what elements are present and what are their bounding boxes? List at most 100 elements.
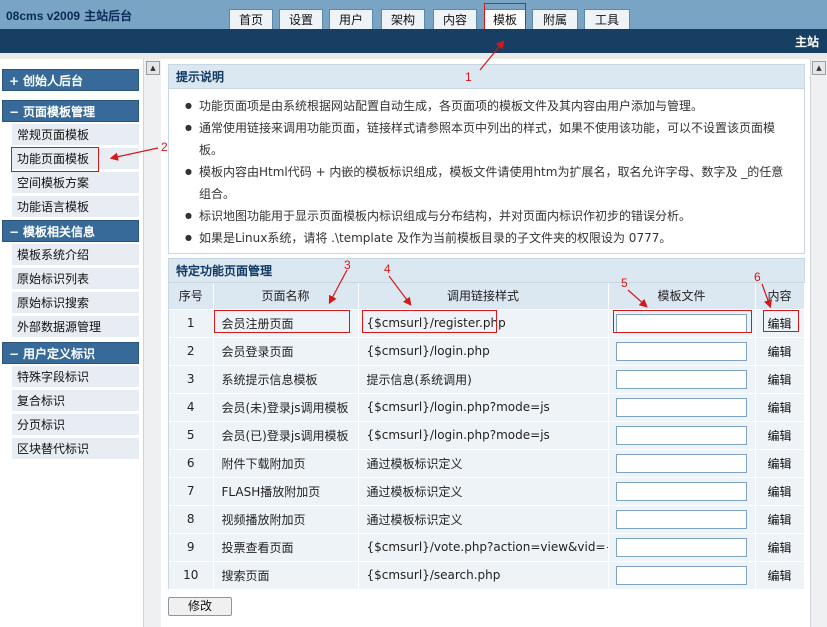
row-content-cell: 编辑 [755,449,805,478]
row-template-file-cell [608,337,756,366]
scroll-up-icon[interactable]: ▲ [812,61,826,75]
collapse-icon: − [9,225,20,239]
row-page-name: 会员(未)登录js调用模板 [213,393,359,422]
row-link-style: {$cmsurl}/login.php [358,337,609,366]
row-content-cell: 编辑 [755,533,805,562]
sidebar-item-original-tag-search[interactable]: 原始标识搜索 [12,292,139,314]
template-file-input[interactable] [616,537,747,557]
tip-item: 功能页面项是由系统根据网站配置自动生成，各页面项的模板文件及其内容由用户添加与管… [185,95,794,117]
sidebar-item-function-language-templates[interactable]: 功能语言模板 [12,196,139,218]
nav-tab-users[interactable]: 用户 [329,9,373,30]
edit-link[interactable]: 编辑 [767,485,791,499]
edit-link[interactable]: 编辑 [767,345,791,359]
row-template-file-cell [608,561,756,590]
sidebar-group-page-templates[interactable]: − 页面模板管理 [2,100,139,122]
row-page-name: 会员(已)登录js调用模板 [213,421,359,450]
row-number: 9 [169,533,214,562]
tip-item: 通常使用链接来调用功能页面，链接样式请参照本页中列出的样式，如果不使用该功能，可… [185,117,794,161]
edit-link[interactable]: 编辑 [767,541,791,555]
nav-tab-settings[interactable]: 设置 [279,9,323,30]
row-link-style: 通过模板标识定义 [358,477,609,506]
row-link-style: {$cmsurl}/login.php?mode=js [358,421,609,450]
edit-link[interactable]: 编辑 [767,401,791,415]
sidebar-item-paging-tags[interactable]: 分页标识 [12,414,139,436]
highlight-box-file [613,310,752,333]
template-file-input[interactable] [616,341,747,361]
sidebar-item-external-datasource[interactable]: 外部数据源管理 [12,316,139,338]
col-header-name: 页面名称 [213,283,359,310]
sidebar-group-label: 创始人后台 [23,74,84,88]
row-number: 7 [169,477,214,506]
sidebar-group-label: 页面模板管理 [23,105,96,119]
table-row: 3 系统提示信息模板 提示信息(系统调用) 编辑 [169,365,805,394]
annotation-4: 4 [384,262,391,276]
sidebar-item-space-template-schemes[interactable]: 空间模板方案 [12,172,139,194]
sidebar-item-template-system-intro[interactable]: 模板系统介绍 [12,244,139,266]
table-row: 5 会员(已)登录js调用模板 {$cmsurl}/login.php?mode=j… [169,421,805,450]
row-number: 4 [169,393,214,422]
row-page-name: 附件下载附加页 [213,449,359,478]
row-link-style: 通过模板标识定义 [358,505,609,534]
col-header-link: 调用链接样式 [358,283,609,310]
nav-tab-home[interactable]: 首页 [229,9,273,30]
tips-panel: 提示说明 功能页面项是由系统根据网站配置自动生成，各页面项的模板文件及其内容由用… [168,64,805,254]
edit-link[interactable]: 编辑 [767,457,791,471]
template-file-input[interactable] [616,565,747,585]
sidebar-item-block-replace-tags[interactable]: 区块替代标识 [12,438,139,460]
section-bar: 主站 [0,29,827,53]
sidebar-item-original-tag-list[interactable]: 原始标识列表 [12,268,139,290]
table-row: 6 附件下载附加页 通过模板标识定义 编辑 [169,449,805,478]
row-page-name: 会员登录页面 [213,337,359,366]
tip-item: 如果是Linux系统，请将 .\template 及作为当前模板目录的子文件夹的… [185,227,794,249]
row-content-cell: 编辑 [755,365,805,394]
sidebar-group-founder[interactable]: + 创始人后台 [2,69,139,91]
sidebar-group-template-info[interactable]: − 模板相关信息 [2,220,139,242]
sidebar-item-special-field-tags[interactable]: 特殊字段标识 [12,366,139,388]
row-number: 1 [169,309,214,338]
template-file-input[interactable] [616,453,747,473]
collapse-icon: − [9,347,20,361]
nav-tab-structure[interactable]: 架构 [381,9,425,30]
highlight-box-link [362,310,497,333]
edit-link[interactable]: 编辑 [767,429,791,443]
main-scrollbar[interactable]: ▲ [810,59,827,627]
nav-tab-attachments[interactable]: 附属 [532,9,578,30]
brand-name: 08cms v2009 [6,9,81,23]
panel-title: 特定功能页面管理 [169,259,804,283]
sidebar-item-regular-templates[interactable]: 常规页面模板 [12,124,139,146]
row-number: 8 [169,505,214,534]
template-file-input[interactable] [616,397,747,417]
template-file-input[interactable] [616,481,747,501]
row-content-cell: 编辑 [755,505,805,534]
col-header-file: 模板文件 [608,283,756,310]
sidebar-group-label: 用户定义标识 [23,347,96,361]
row-template-file-cell [608,449,756,478]
nav-tab-content[interactable]: 内容 [433,9,477,30]
row-template-file-cell [608,477,756,506]
collapse-icon: − [9,105,20,119]
sidebar-group-user-tags[interactable]: − 用户定义标识 [2,342,139,364]
sidebar-item-compound-tags[interactable]: 复合标识 [12,390,139,412]
row-content-cell: 编辑 [755,561,805,590]
edit-link[interactable]: 编辑 [767,513,791,527]
row-number: 10 [169,561,214,590]
modify-button[interactable]: 修改 [168,597,232,616]
template-file-input[interactable] [616,369,747,389]
template-file-input[interactable] [616,509,747,529]
row-content-cell: 编辑 [755,337,805,366]
nav-tab-tools[interactable]: 工具 [584,9,630,30]
highlight-box-sidebar [11,147,99,172]
row-template-file-cell [608,505,756,534]
row-link-style: {$cmsurl}/login.php?mode=js [358,393,609,422]
tips-list: 功能页面项是由系统根据网站配置自动生成，各页面项的模板文件及其内容由用户添加与管… [169,89,804,249]
scroll-up-icon[interactable]: ▲ [146,61,160,75]
col-header-content: 内容 [755,283,805,310]
edit-link[interactable]: 编辑 [767,373,791,387]
sidebar-scrollbar[interactable]: ▲ [143,59,161,627]
template-file-input[interactable] [616,425,747,445]
row-link-style: 通过模板标识定义 [358,449,609,478]
edit-link[interactable]: 编辑 [767,569,791,583]
tip-item: 标识地图功能用于显示页面模板内标识组成与分布结构，并对页面内标识作初步的错误分析… [185,205,794,227]
brand-site: 主站后台 [84,9,133,23]
row-number: 3 [169,365,214,394]
